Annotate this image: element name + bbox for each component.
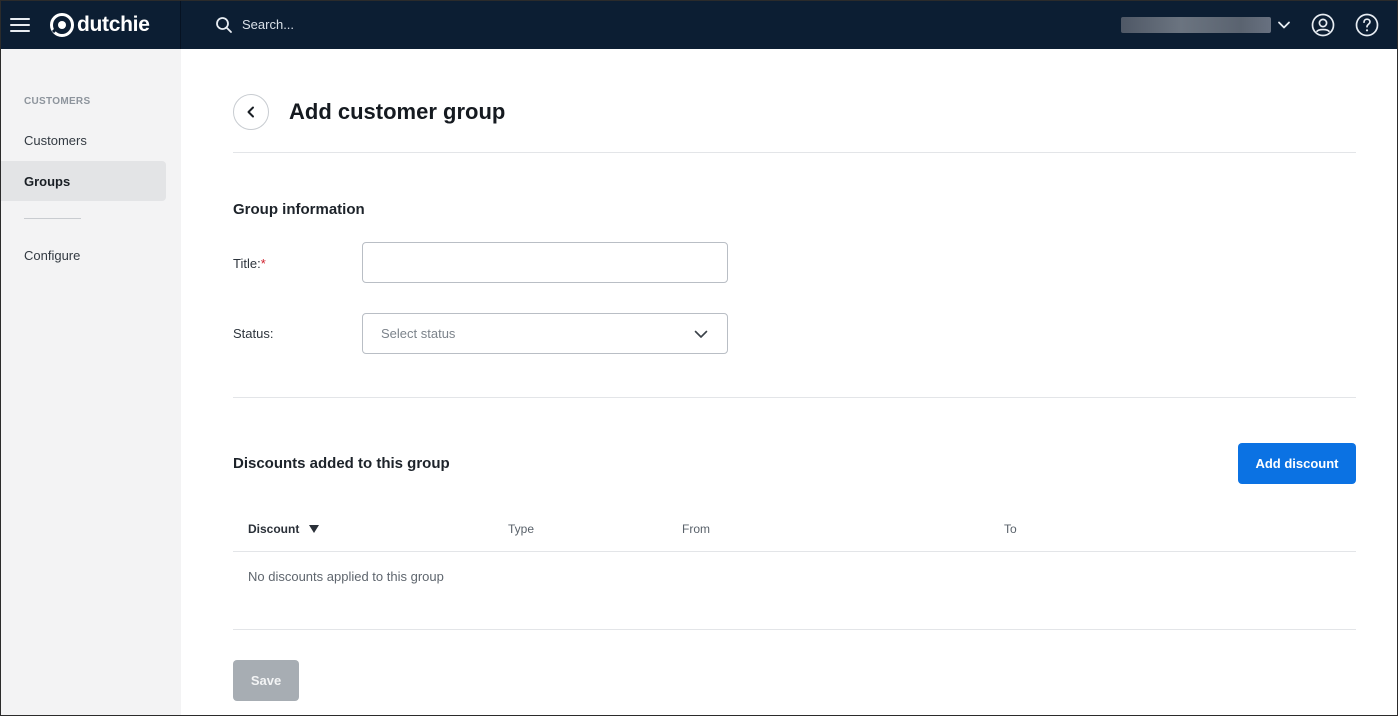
sidebar-divider xyxy=(24,218,81,219)
status-select[interactable]: Select status xyxy=(362,313,728,354)
sidebar-item-configure[interactable]: Configure xyxy=(0,235,166,275)
chevron-down-icon xyxy=(694,330,708,338)
account-name-redacted[interactable] xyxy=(1121,16,1271,33)
sidebar: CUSTOMERS Customers Groups Configure xyxy=(0,49,181,716)
brand-area: dutchie xyxy=(0,0,181,49)
group-information-heading: Group information xyxy=(233,201,365,218)
top-bar: dutchie Search... xyxy=(0,0,1398,49)
user-circle-icon[interactable] xyxy=(1311,13,1335,37)
column-header-to[interactable]: To xyxy=(1004,522,1017,536)
title-label-text: Title: xyxy=(233,256,261,271)
divider xyxy=(233,152,1356,153)
sidebar-heading: CUSTOMERS xyxy=(24,96,91,107)
sidebar-item-customers[interactable]: Customers xyxy=(0,120,166,160)
dutchie-logo-icon xyxy=(50,12,74,37)
sort-desc-icon xyxy=(309,525,320,533)
empty-table-message: No discounts applied to this group xyxy=(248,569,444,584)
back-button[interactable] xyxy=(233,94,269,130)
page-title: Add customer group xyxy=(289,99,506,124)
title-label: Title:* xyxy=(233,256,266,271)
brand-name: dutchie xyxy=(77,12,150,36)
add-discount-button[interactable]: Add discount xyxy=(1238,443,1356,484)
divider xyxy=(233,629,1356,630)
chevron-down-icon[interactable] xyxy=(1277,18,1291,32)
main-content: Add customer group Group information Tit… xyxy=(181,49,1398,716)
chevron-left-icon xyxy=(247,106,254,118)
divider xyxy=(233,397,1356,398)
search-input[interactable]: Search... xyxy=(242,17,294,32)
help-circle-icon[interactable] xyxy=(1355,13,1379,37)
column-header-discount[interactable]: Discount xyxy=(248,522,320,536)
table-header-divider xyxy=(233,551,1356,552)
column-header-type[interactable]: Type xyxy=(508,522,534,536)
save-button[interactable]: Save xyxy=(233,660,299,701)
sidebar-item-groups[interactable]: Groups xyxy=(0,161,166,201)
menu-icon[interactable] xyxy=(10,17,30,33)
column-header-discount-label: Discount xyxy=(248,522,300,536)
column-header-from[interactable]: From xyxy=(682,522,710,536)
status-select-placeholder: Select status xyxy=(381,326,456,341)
status-label: Status: xyxy=(233,326,274,341)
discounts-heading: Discounts added to this group xyxy=(233,455,450,472)
search-icon xyxy=(216,16,232,33)
global-search[interactable]: Search... xyxy=(215,16,294,34)
account-area xyxy=(1121,13,1398,37)
required-mark: * xyxy=(260,256,266,271)
title-input[interactable] xyxy=(362,242,728,283)
dutchie-logo[interactable]: dutchie xyxy=(50,12,150,37)
